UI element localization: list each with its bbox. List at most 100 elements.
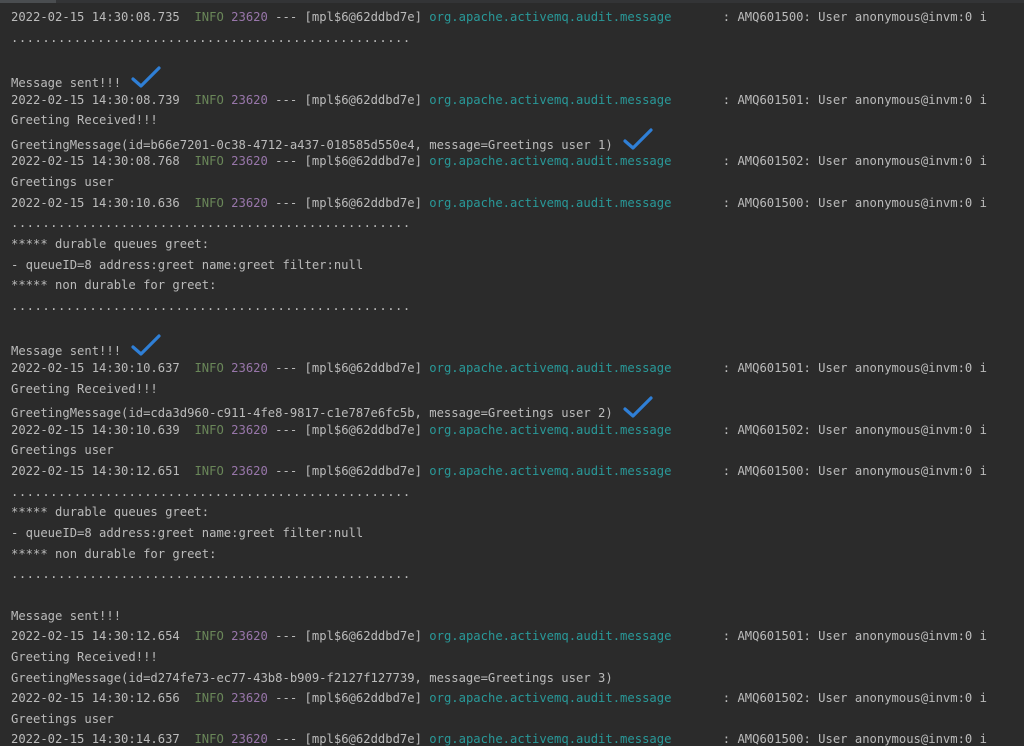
- console-lines: 2022-02-15 14:30:08.735 INFO 23620 --- […: [11, 7, 1024, 746]
- log-separator: [180, 464, 195, 478]
- log-line: 2022-02-15 14:30:14.637 INFO 23620 --- […: [11, 729, 1024, 746]
- dotted-separator: ........................................…: [11, 216, 411, 231]
- output-line: GreetingMessage(id=b66e7201-0c38-4712-a4…: [11, 128, 1024, 152]
- output-text: ***** non durable for greet:: [11, 546, 217, 561]
- log-message: : AMQ601501: User anonymous@invm:0 i: [671, 629, 987, 644]
- console-tab-marker: [0, 0, 56, 3]
- log-timestamp: 2022-02-15 14:30:12.651: [11, 464, 180, 479]
- log-level: INFO: [194, 195, 224, 210]
- dotted-separator: ........................................…: [11, 30, 411, 45]
- log-message: : AMQ601501: User anonymous@invm:0 i: [671, 360, 987, 375]
- log-thread: --- [mpl$6@62ddbd7e]: [267, 360, 422, 375]
- console-output[interactable]: 2022-02-15 14:30:08.735 INFO 23620 --- […: [0, 0, 1024, 746]
- output-text: Message sent!!!: [11, 75, 122, 90]
- log-timestamp: 2022-02-15 14:30:08.739: [11, 92, 180, 107]
- output-text: Message sent!!!: [11, 608, 122, 623]
- output-line: Greeting Received!!!: [11, 647, 1024, 668]
- output-line: - queueID=8 address:greet name:greet fil…: [11, 523, 1024, 544]
- log-pid: 23620: [231, 10, 268, 24]
- log-separator: [180, 196, 195, 210]
- log-separator: [180, 10, 195, 24]
- log-level: INFO: [194, 732, 224, 746]
- output-line: - queueID=8 address:greet name:greet fil…: [11, 255, 1024, 276]
- output-line: ***** durable queues greet:: [11, 502, 1024, 523]
- output-line: Greeting Received!!!: [11, 110, 1024, 131]
- log-pid: 23620: [231, 154, 268, 169]
- output-text: ***** durable queues greet:: [11, 237, 210, 252]
- log-pid: 23620: [231, 732, 268, 746]
- separator-line: ........................................…: [11, 564, 1024, 585]
- output-text: GreetingMessage(id=d274fe73-ec77-43b8-b9…: [11, 670, 613, 685]
- log-message: : AMQ601500: User anonymous@invm:0 i: [671, 732, 987, 746]
- log-timestamp: 2022-02-15 14:30:10.639: [11, 422, 180, 437]
- log-line: 2022-02-15 14:30:10.636 INFO 23620 --- […: [11, 193, 1024, 214]
- log-logger: org.apache.activemq.audit.message: [429, 154, 672, 169]
- log-timestamp: 2022-02-15 14:30:08.735: [11, 10, 180, 24]
- log-logger: org.apache.activemq.audit.message: [429, 464, 672, 479]
- output-text: Greeting Received!!!: [11, 649, 158, 664]
- separator-line: ........................................…: [11, 296, 1024, 317]
- log-thread: --- [mpl$6@62ddbd7e]: [267, 691, 422, 706]
- log-line: 2022-02-15 14:30:10.639 INFO 23620 --- […: [11, 420, 1024, 441]
- log-thread: --- [mpl$6@62ddbd7e]: [267, 422, 422, 437]
- log-separator: [180, 154, 195, 168]
- log-timestamp: 2022-02-15 14:30:12.654: [11, 629, 180, 644]
- log-level: INFO: [194, 10, 224, 24]
- log-thread: --- [mpl$6@62ddbd7e]: [267, 92, 422, 107]
- log-thread: --- [mpl$6@62ddbd7e]: [267, 629, 422, 644]
- console-top-edge: [0, 0, 1024, 3]
- log-level: INFO: [194, 629, 224, 644]
- output-text: GreetingMessage(id=cda3d960-c911-4fe8-98…: [11, 406, 613, 420]
- output-line: Greetings user: [11, 172, 1024, 193]
- log-message: : AMQ601502: User anonymous@invm:0 i: [671, 691, 987, 706]
- output-text: Greeting Received!!!: [11, 381, 158, 396]
- output-text: Message sent!!!: [11, 344, 122, 359]
- log-logger: org.apache.activemq.audit.message: [429, 195, 672, 210]
- output-text: Greetings user: [11, 711, 114, 726]
- log-line: 2022-02-15 14:30:12.651 INFO 23620 --- […: [11, 461, 1024, 482]
- log-pid: 23620: [231, 195, 268, 210]
- output-line: GreetingMessage(id=d274fe73-ec77-43b8-b9…: [11, 668, 1024, 689]
- log-timestamp: 2022-02-15 14:30:08.768: [11, 154, 180, 169]
- log-pid: 23620: [231, 629, 268, 644]
- log-message: : AMQ601501: User anonymous@invm:0 i: [671, 92, 987, 107]
- log-pid: 23620: [231, 360, 268, 375]
- output-line: Message sent!!!: [11, 606, 1024, 627]
- log-logger: org.apache.activemq.audit.message: [429, 732, 672, 746]
- output-line: ***** durable queues greet:: [11, 234, 1024, 255]
- output-line: Greeting Received!!!: [11, 379, 1024, 400]
- dotted-separator: ........................................…: [11, 298, 411, 313]
- output-text: Greetings user: [11, 175, 114, 190]
- output-line: ***** non durable for greet:: [11, 275, 1024, 296]
- log-message: : AMQ601500: User anonymous@invm:0 i: [671, 195, 987, 210]
- output-text: ***** non durable for greet:: [11, 278, 217, 293]
- log-pid: 23620: [231, 691, 268, 706]
- separator-line: ........................................…: [11, 482, 1024, 503]
- log-line: 2022-02-15 14:30:08.739 INFO 23620 --- […: [11, 90, 1024, 111]
- log-thread: --- [mpl$6@62ddbd7e]: [267, 154, 422, 169]
- log-logger: org.apache.activemq.audit.message: [429, 629, 672, 644]
- log-separator: [180, 423, 195, 437]
- log-line: 2022-02-15 14:30:08.768 INFO 23620 --- […: [11, 151, 1024, 172]
- log-thread: --- [mpl$6@62ddbd7e]: [267, 464, 422, 479]
- output-line: GreetingMessage(id=cda3d960-c911-4fe8-98…: [11, 396, 1024, 420]
- log-timestamp: 2022-02-15 14:30:10.637: [11, 360, 180, 375]
- output-line: Message sent!!!: [11, 66, 1024, 90]
- log-message: : AMQ601502: User anonymous@invm:0 i: [671, 154, 987, 169]
- log-line: 2022-02-15 14:30:10.637 INFO 23620 --- […: [11, 358, 1024, 379]
- log-line: 2022-02-15 14:30:12.654 INFO 23620 --- […: [11, 626, 1024, 647]
- log-thread: --- [mpl$6@62ddbd7e]: [267, 732, 422, 746]
- log-level: INFO: [194, 422, 224, 437]
- log-thread: --- [mpl$6@62ddbd7e]: [267, 10, 422, 24]
- log-logger: org.apache.activemq.audit.message: [429, 360, 672, 375]
- log-separator: [180, 361, 195, 375]
- log-pid: 23620: [231, 422, 268, 437]
- log-separator: [180, 732, 195, 746]
- log-thread: --- [mpl$6@62ddbd7e]: [267, 195, 422, 210]
- output-line: Greetings user: [11, 440, 1024, 461]
- log-line: 2022-02-15 14:30:08.735 INFO 23620 --- […: [11, 7, 1024, 28]
- log-logger: org.apache.activemq.audit.message: [429, 92, 672, 107]
